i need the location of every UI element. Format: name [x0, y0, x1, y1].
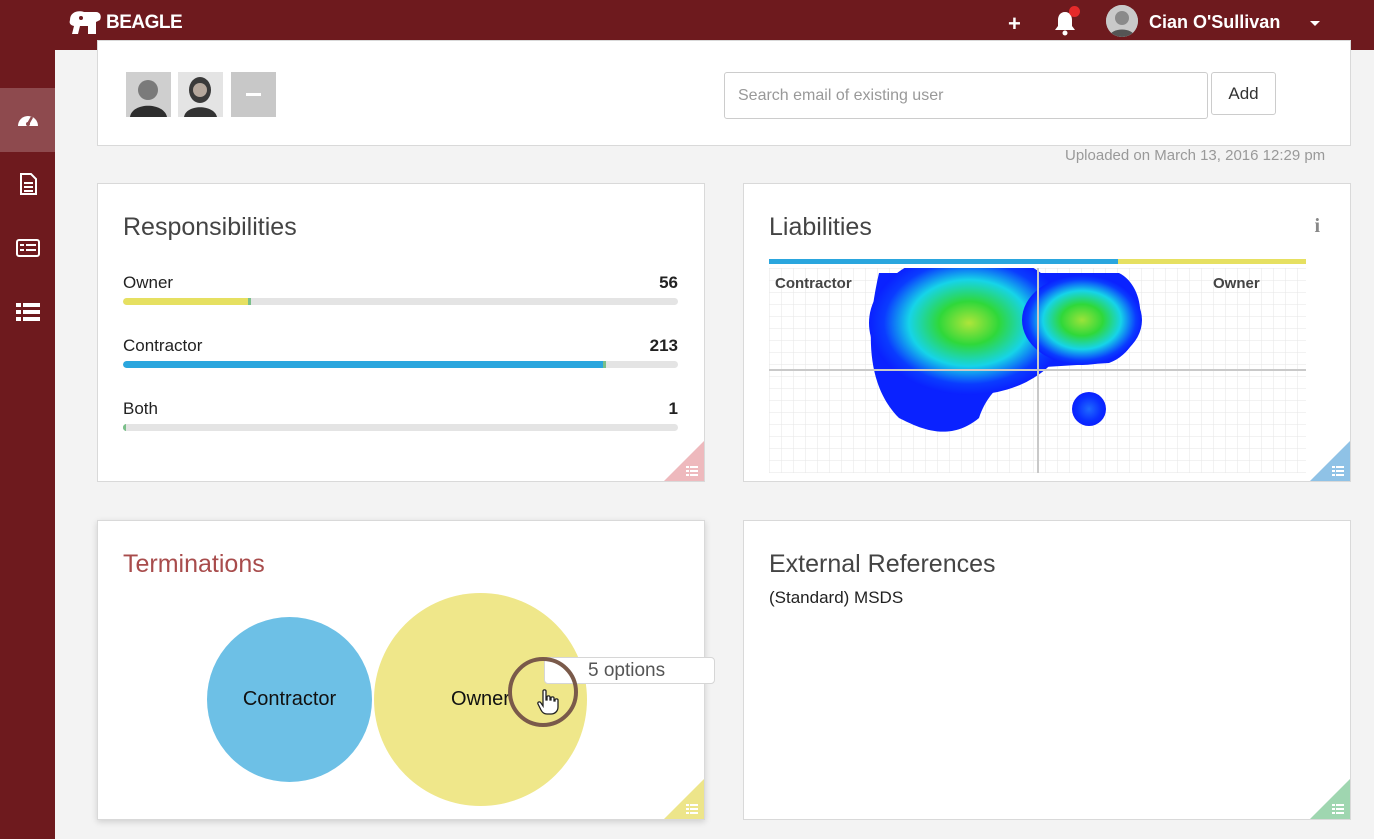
responsibility-count-owner: 56: [659, 273, 678, 292]
sidebar-item-dashboard[interactable]: [0, 88, 55, 152]
avatar-photo-icon: [1106, 5, 1138, 37]
sidebar-item-documents[interactable]: [0, 152, 55, 216]
info-icon[interactable]: i: [1314, 215, 1320, 238]
external-references-title: External References: [769, 550, 996, 578]
termination-bubble-contractor[interactable]: Contractor: [207, 617, 372, 782]
bar-end-marker: [123, 424, 126, 431]
add-user-button[interactable]: Add: [1211, 72, 1276, 115]
beagle-logo[interactable]: BEAGLE: [66, 8, 183, 38]
bar-end-marker: [248, 298, 251, 305]
responsibility-bar-contractor[interactable]: [123, 361, 678, 368]
card-list-icon: [15, 239, 40, 257]
liabilities-heatmap[interactable]: [769, 268, 1306, 473]
view-list-corner-icon[interactable]: [664, 441, 704, 481]
plus-icon[interactable]: +: [1008, 11, 1021, 37]
beagle-dog-icon: [69, 11, 101, 34]
sidebar-item-cards[interactable]: [0, 216, 55, 280]
view-list-corner-icon[interactable]: [664, 779, 704, 819]
user-thumbnail-1[interactable]: [126, 72, 171, 117]
brand-name: BEAGLE: [106, 12, 183, 33]
hand-cursor-icon: [537, 689, 559, 715]
responsibilities-title: Responsibilities: [123, 213, 297, 241]
liabilities-split-contractor: [769, 259, 1118, 264]
responsibility-label-owner: Owner: [123, 273, 174, 292]
responsibility-count-contractor: 213: [649, 336, 678, 355]
view-list-corner-icon[interactable]: [1310, 779, 1350, 819]
notification-badge: [1069, 6, 1080, 17]
user-name[interactable]: Cian O'Sullivan: [1149, 12, 1280, 33]
user-menu-caret-icon[interactable]: [1310, 21, 1320, 26]
list-icon: [15, 303, 40, 321]
responsibility-label-contractor: Contractor: [123, 336, 203, 355]
remove-user-button[interactable]: [231, 72, 276, 117]
heatmap-label-contractor: Contractor: [775, 275, 852, 292]
responsibility-count-both: 1: [668, 399, 678, 418]
user-avatar[interactable]: [1106, 5, 1138, 37]
view-list-corner-icon[interactable]: [1310, 441, 1350, 481]
upload-timestamp: Uploaded on March 13, 2016 12:29 pm: [1065, 147, 1326, 164]
external-references-card: External References (Standard) MSDS: [743, 520, 1351, 820]
search-user-email-input[interactable]: [724, 72, 1208, 119]
external-reference-item[interactable]: (Standard) MSDS: [769, 588, 903, 608]
responsibilities-card: Responsibilities Owner 56 Contractor 213…: [97, 183, 705, 482]
user-photo-icon: [126, 72, 171, 117]
document-icon: [19, 173, 37, 195]
liabilities-card: Liabilities i Contractor Owner: [743, 183, 1351, 482]
responsibility-bar-both[interactable]: [123, 424, 678, 431]
terminations-title: Terminations: [123, 550, 265, 578]
responsibility-bar-owner[interactable]: [123, 298, 678, 305]
heatmap-label-owner: Owner: [1213, 275, 1260, 292]
bar-end-marker: [603, 361, 606, 368]
liabilities-split-owner: [1118, 259, 1306, 264]
responsibility-fill-owner: [123, 298, 251, 305]
user-photo-icon: [178, 72, 223, 117]
sidebar-item-list[interactable]: [0, 280, 55, 344]
sidebar: [0, 50, 55, 839]
responsibility-fill-contractor: [123, 361, 606, 368]
user-thumbnail-2[interactable]: [178, 72, 223, 117]
responsibility-label-both: Both: [123, 399, 158, 418]
dashboard-icon: [17, 116, 38, 126]
liabilities-title: Liabilities: [769, 213, 872, 241]
